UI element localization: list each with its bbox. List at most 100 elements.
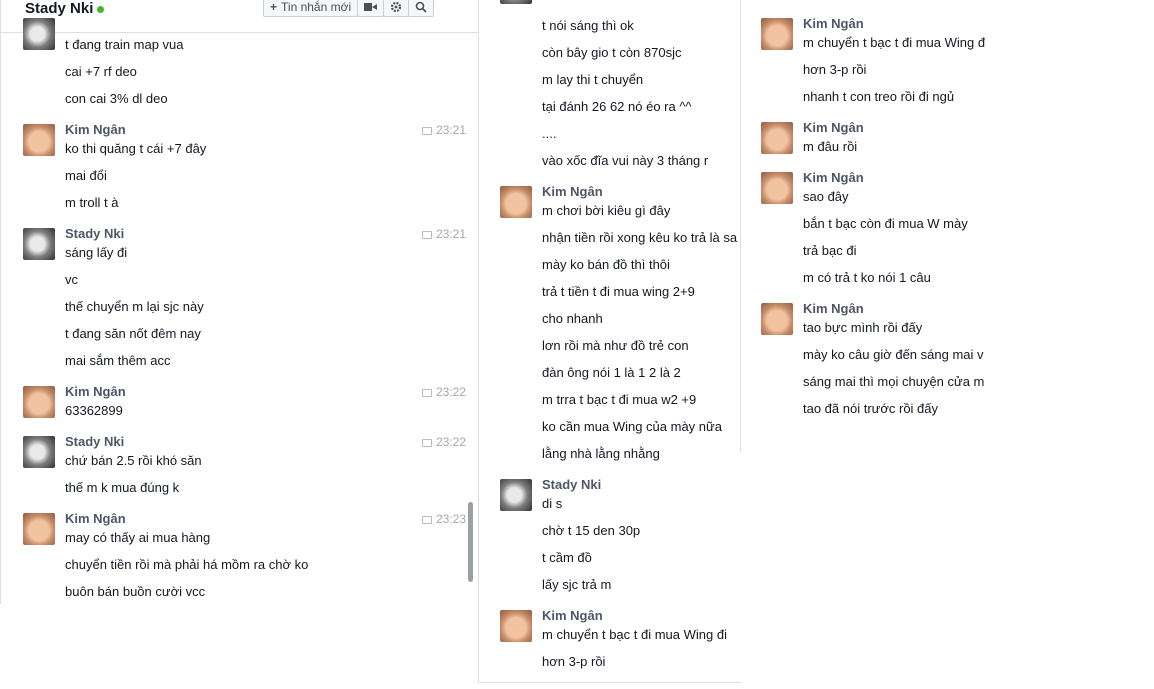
avatar[interactable] <box>23 124 55 156</box>
chat-bubble-icon <box>422 515 432 524</box>
message-line: thế chuyển m lại sjc này <box>65 299 204 314</box>
sender-name[interactable]: Kim Ngân <box>542 184 603 199</box>
chat-bubble-icon <box>422 230 432 239</box>
sender-name[interactable]: Stady Nki <box>542 477 601 492</box>
message-line: lấy sjc trả m <box>542 577 612 592</box>
avatar[interactable] <box>500 0 532 4</box>
message-timestamp: 23:21 <box>422 227 466 241</box>
message-line: con cai 3% dl deo <box>65 91 168 106</box>
message-line: m có trả t ko nói 1 câu <box>803 270 931 285</box>
message-line: buôn bán buồn cười vcc <box>65 584 206 599</box>
message-line: .... <box>542 126 557 141</box>
message-line: mai sắm thêm acc <box>65 353 171 368</box>
message-line: vào xốc đĩa vui này 3 tháng r <box>542 153 709 168</box>
message-line: lằng nhà lằng nhằng <box>542 446 660 461</box>
message-line: m chơi bời kiêu gì đây <box>542 203 671 218</box>
search-button[interactable] <box>408 0 435 17</box>
message-timestamp: 23:21 <box>422 123 466 137</box>
video-call-button[interactable] <box>357 0 385 17</box>
plus-icon: + <box>270 0 278 14</box>
message-line: m lay thi t chuyển <box>542 72 644 87</box>
message-timestamp: 23:23 <box>422 512 466 526</box>
message-line: nhận tiền rồi xong kêu ko trả là sa <box>542 230 738 245</box>
settings-button[interactable] <box>383 0 410 17</box>
message-line: trả t tiền t đi mua wing 2+9 <box>542 284 695 299</box>
sender-name[interactable]: Kim Ngân <box>803 120 864 135</box>
sender-name[interactable]: Stady Nki <box>65 434 124 449</box>
sender-name[interactable]: Kim Ngân <box>803 301 864 316</box>
message-line: mày ko câu giờ đến sáng mai v <box>803 347 984 362</box>
chat-bubble-icon <box>422 126 432 135</box>
message-line: chứ bán 2.5 rồi khó săn <box>65 453 202 468</box>
avatar[interactable] <box>500 186 532 218</box>
gear-icon <box>391 1 402 12</box>
sender-name[interactable]: Kim Ngân <box>542 608 603 623</box>
avatar[interactable] <box>761 303 793 335</box>
message-line: tao đã nói trước rồi đấy <box>803 401 939 416</box>
message-line: di s <box>542 496 563 511</box>
message-line: ko thi quăng t cái +7 đây <box>65 141 207 156</box>
avatar[interactable] <box>761 18 793 50</box>
message-line: sáng mai thì mọi chuyện cửa m <box>803 374 985 389</box>
message-line: đàn ông nói 1 là 1 2 là 2 <box>542 365 681 380</box>
header-toolbar: + Tin nhắn mới <box>263 0 435 17</box>
message-line: trả bạc đi <box>803 243 857 258</box>
sender-name[interactable]: Kim Ngân <box>65 511 126 526</box>
chat-bubble-icon <box>422 438 432 447</box>
message-line: lơn rồi mà như đồ trẻ con <box>542 338 689 353</box>
contact-name[interactable]: Stady Nki <box>25 0 105 17</box>
message-line: bắn t bạc còn đi mua W mày <box>803 216 968 231</box>
online-status-dot <box>97 5 105 13</box>
avatar[interactable] <box>500 610 532 642</box>
message-line: hơn 3-p rồi <box>542 654 606 669</box>
message-line: ko cần mua Wing của mày nữa <box>542 419 722 434</box>
avatar[interactable] <box>761 172 793 204</box>
message-line: m chuyển t bạc t đi mua Wing đi <box>542 627 727 642</box>
message-timestamp: 23:22 <box>422 385 466 399</box>
message-line: hơn 3-p rồi <box>803 62 867 77</box>
sender-name[interactable]: Kim Ngân <box>803 16 864 31</box>
message-line: t đang train map vua <box>65 37 184 52</box>
message-line: chuyển tiền rồi mà phải há mồm ra chờ ko <box>65 557 309 572</box>
message-line: thế m k mua đúng k <box>65 480 180 495</box>
chat-panel-2: t nói sáng thì ok còn bây gio t còn 870s… <box>478 0 741 683</box>
sender-name[interactable]: Kim Ngân <box>803 170 864 185</box>
chat-panel-3: Kim Ngân m chuyển t bạc t đi mua Wing đ … <box>740 0 987 452</box>
message-line: m trra t bạc t đi mua w2 +9 <box>542 392 697 407</box>
avatar[interactable] <box>500 479 532 511</box>
scrollbar[interactable] <box>468 502 473 582</box>
avatar[interactable] <box>761 122 793 154</box>
message-line: may có thấy ai mua hàng <box>65 530 211 545</box>
sender-name[interactable]: Kim Ngân <box>65 384 126 399</box>
chat-header: Stady Nki + Tin nhắn mới <box>1 0 479 33</box>
search-icon <box>415 1 427 13</box>
message-line: 63362899 <box>65 403 123 418</box>
chat-panel-1: Stady Nki + Tin nhắn mới t đang train ma… <box>0 0 479 604</box>
message-line: t đang săn nốt đêm nay <box>65 326 201 341</box>
message-line: mày ko bán đồ thì thôi <box>542 257 670 272</box>
message-line: cai +7 rf deo <box>65 64 137 79</box>
avatar[interactable] <box>23 228 55 260</box>
message-line: t cầm đồ <box>542 550 592 565</box>
message-line: cho nhanh <box>542 311 603 326</box>
message-line: còn bây gio t còn 870sjc <box>542 45 682 60</box>
sender-name[interactable]: Kim Ngân <box>65 122 126 137</box>
message-line: sáng lấy đi <box>65 245 128 260</box>
avatar[interactable] <box>23 436 55 468</box>
message-line: m đâu rồi <box>803 139 858 154</box>
avatar[interactable] <box>23 386 55 418</box>
avatar[interactable] <box>23 18 55 50</box>
message-line: sao đây <box>803 189 849 204</box>
avatar[interactable] <box>23 513 55 545</box>
sender-name[interactable]: Stady Nki <box>65 226 124 241</box>
video-camera-icon <box>364 2 378 11</box>
new-message-button[interactable]: + Tin nhắn mới <box>263 0 359 17</box>
message-line: m chuyển t bạc t đi mua Wing đ <box>803 35 986 50</box>
message-line: vc <box>65 272 78 287</box>
message-line: tao bực mình rồi đấy <box>803 320 923 335</box>
message-timestamp: 23:22 <box>422 435 466 449</box>
message-line: chờ t 15 den 30p <box>542 523 641 538</box>
message-line: mai đổi <box>65 168 107 183</box>
message-line: nhanh t con treo rồi đi ngủ <box>803 89 955 104</box>
chat-bubble-icon <box>422 388 432 397</box>
